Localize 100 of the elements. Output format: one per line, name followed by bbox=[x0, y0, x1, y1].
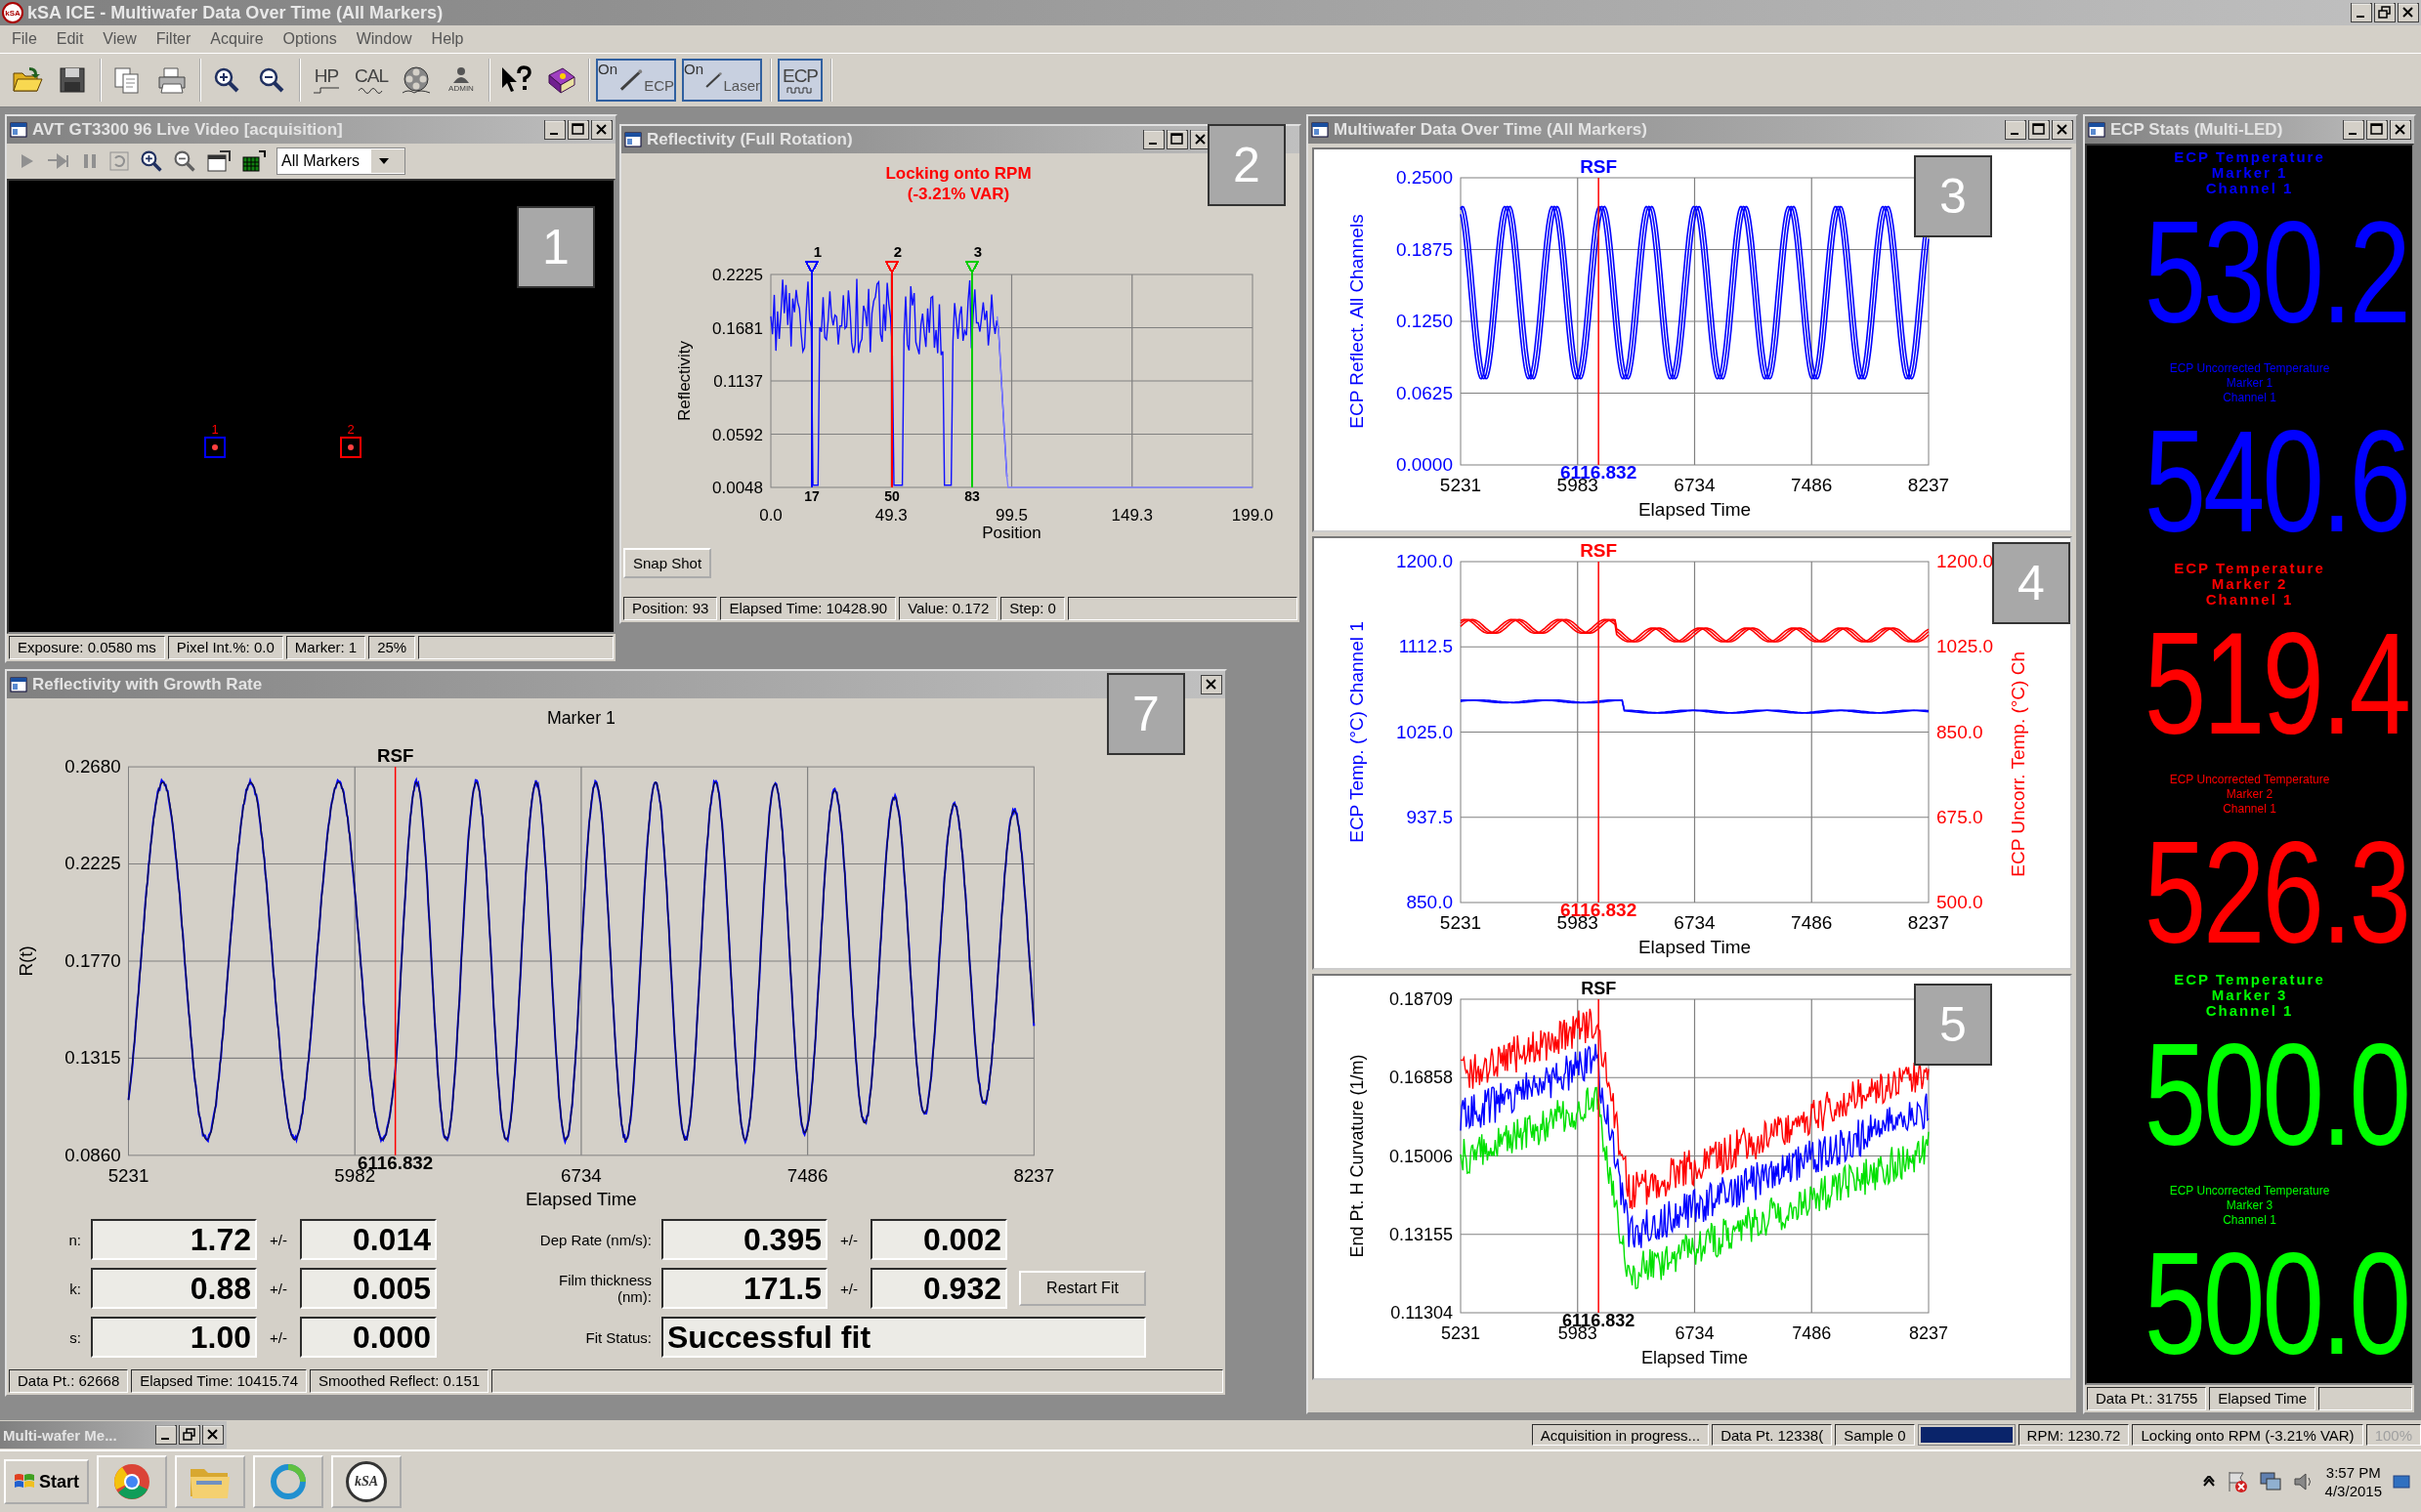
marker-position: 50 bbox=[884, 488, 900, 504]
maximize-button[interactable] bbox=[2028, 120, 2050, 140]
marker-number: 3 bbox=[973, 243, 983, 260]
callout-number: 2 bbox=[1208, 124, 1286, 206]
axis-tick-label: 0.1137 bbox=[713, 372, 763, 391]
value-field: 0.395 bbox=[661, 1219, 828, 1260]
minimize-button[interactable] bbox=[155, 1425, 177, 1445]
status-pane: Step: 0 bbox=[1000, 597, 1065, 620]
readout-label: Marker 3 bbox=[2210, 987, 2288, 1003]
close-button[interactable] bbox=[2390, 120, 2411, 140]
menu-item[interactable]: Filter bbox=[148, 28, 199, 50]
value-field: 0.014 bbox=[300, 1219, 437, 1260]
axis-title: Elapsed Time bbox=[526, 1189, 637, 1210]
menu-item[interactable]: File bbox=[4, 28, 45, 50]
marker-line[interactable] bbox=[964, 261, 980, 487]
restore-button[interactable] bbox=[2374, 3, 2396, 22]
readout-label: ECP Temperature bbox=[2174, 561, 2325, 576]
axis-tick-label: 199.0 bbox=[1231, 506, 1274, 525]
marker-grid-icon[interactable] bbox=[241, 149, 267, 173]
zoom-out-icon[interactable] bbox=[173, 149, 196, 173]
status-pane: Position: 93 bbox=[623, 597, 718, 620]
close-button[interactable] bbox=[591, 120, 613, 140]
start-button[interactable]: Start bbox=[4, 1459, 89, 1504]
taskbar-app-button[interactable] bbox=[175, 1455, 245, 1508]
status-pane: Elapsed Time: 10415.74 bbox=[131, 1369, 308, 1393]
minimize-button[interactable] bbox=[2351, 3, 2372, 22]
readout-label: ECP Uncorrected Temperature bbox=[2169, 1183, 2330, 1198]
minimize-button[interactable] bbox=[2343, 120, 2364, 140]
axis-tick-label: 1025.0 bbox=[1936, 636, 1994, 657]
chevron-up-icon[interactable] bbox=[2201, 1476, 2216, 1488]
toolbar-button[interactable]: HP bbox=[307, 59, 346, 102]
taskbar-app-button[interactable] bbox=[97, 1455, 167, 1508]
axis-title: End Pt. H Curvature (1/m) bbox=[1347, 1054, 1367, 1258]
clock-date: 4/3/2015 bbox=[2324, 1482, 2382, 1500]
axis-tick-label: 7486 bbox=[1791, 475, 1833, 495]
axis-tick-label: 0.1250 bbox=[1395, 311, 1453, 331]
book-icon bbox=[545, 65, 576, 95]
maximize-button[interactable] bbox=[2366, 120, 2388, 140]
readout-label: Channel 1 bbox=[2222, 801, 2277, 817]
menu-item[interactable]: Help bbox=[423, 28, 472, 50]
field-label: Fit Status: bbox=[584, 1328, 653, 1346]
minimize-button[interactable] bbox=[544, 120, 566, 140]
axis-tick-label: 500.0 bbox=[1936, 892, 1983, 912]
restore-button[interactable] bbox=[179, 1425, 200, 1445]
close-button[interactable] bbox=[2052, 120, 2073, 140]
toolbar-button[interactable]: ECP bbox=[778, 59, 823, 102]
value-field: 0.000 bbox=[300, 1317, 437, 1358]
axis-tick-label: 8237 bbox=[1907, 475, 1950, 495]
chart-title: Marker 1 bbox=[546, 707, 616, 728]
menu-item[interactable]: View bbox=[95, 28, 145, 50]
toolbar-button[interactable]: ADMIN bbox=[442, 59, 481, 102]
film-reel-icon bbox=[401, 65, 432, 95]
axis-title: Reflectivity bbox=[675, 340, 694, 422]
zoom-in-icon[interactable] bbox=[140, 149, 163, 173]
status-field: Successful fit bbox=[661, 1317, 1146, 1358]
marker-line[interactable] bbox=[804, 261, 820, 487]
axis-tick-label: 5231 bbox=[1441, 1323, 1480, 1343]
network-icon[interactable] bbox=[2258, 1470, 2282, 1493]
window-icon bbox=[10, 677, 27, 693]
toggle-button[interactable]: On Laser bbox=[682, 59, 762, 102]
toolbar-button[interactable]: CAL bbox=[352, 59, 391, 102]
value-field: 171.5 bbox=[661, 1268, 828, 1309]
menu-item[interactable]: Edit bbox=[48, 28, 92, 50]
printer-icon bbox=[156, 65, 188, 95]
axis-tick-label: 0.1875 bbox=[1395, 238, 1453, 260]
snapshot-button[interactable]: Snap Shot bbox=[623, 548, 712, 578]
toggle-button[interactable]: On ECP bbox=[596, 59, 676, 102]
readout-value: 540.6 bbox=[2144, 404, 2409, 558]
callout-number: 4 bbox=[1992, 542, 2070, 624]
minimize-button[interactable] bbox=[2005, 120, 2026, 140]
maximize-button[interactable] bbox=[568, 120, 589, 140]
axis-tick-label: 5231 bbox=[1439, 912, 1482, 933]
close-button[interactable] bbox=[1201, 675, 1222, 694]
marker-dropdown[interactable]: All Markers bbox=[276, 147, 405, 175]
restart-fit-button[interactable]: Restart Fit bbox=[1019, 1271, 1146, 1306]
readout-label: Channel 1 bbox=[2222, 1212, 2277, 1228]
maximize-button[interactable] bbox=[1167, 130, 1188, 149]
properties-icon[interactable] bbox=[206, 149, 232, 173]
axis-title: ECP Temp. (°C) Channel 1 bbox=[1346, 621, 1367, 843]
close-button[interactable] bbox=[2398, 3, 2419, 22]
menu-item[interactable]: Window bbox=[348, 28, 420, 50]
axis-title: ECP Uncorr. Temp. (°C) Ch bbox=[2008, 651, 2028, 877]
axis-tick-label: 49.3 bbox=[874, 506, 908, 525]
axis-tick-label: 850.0 bbox=[1406, 892, 1453, 912]
readout-label: Channel 1 bbox=[2222, 390, 2277, 405]
marker-box[interactable] bbox=[340, 437, 361, 458]
marker-box[interactable] bbox=[204, 437, 226, 458]
menu-item[interactable]: Options bbox=[275, 28, 345, 50]
readout-label: Marker 1 bbox=[2225, 375, 2274, 391]
taskbar-app-button[interactable] bbox=[253, 1455, 323, 1508]
plus-minus-label: +/- bbox=[839, 1280, 859, 1297]
ring-icon bbox=[269, 1462, 308, 1501]
callout-number: 1 bbox=[517, 206, 595, 288]
marker-line[interactable] bbox=[884, 261, 900, 487]
minimize-button[interactable] bbox=[1143, 130, 1165, 149]
menu-item[interactable]: Acquire bbox=[202, 28, 272, 50]
taskbar-app-button[interactable]: kSA bbox=[331, 1455, 402, 1508]
folder-icon bbox=[12, 65, 43, 95]
close-button[interactable] bbox=[202, 1425, 224, 1445]
axis-tick-label: 7486 bbox=[1791, 912, 1833, 933]
